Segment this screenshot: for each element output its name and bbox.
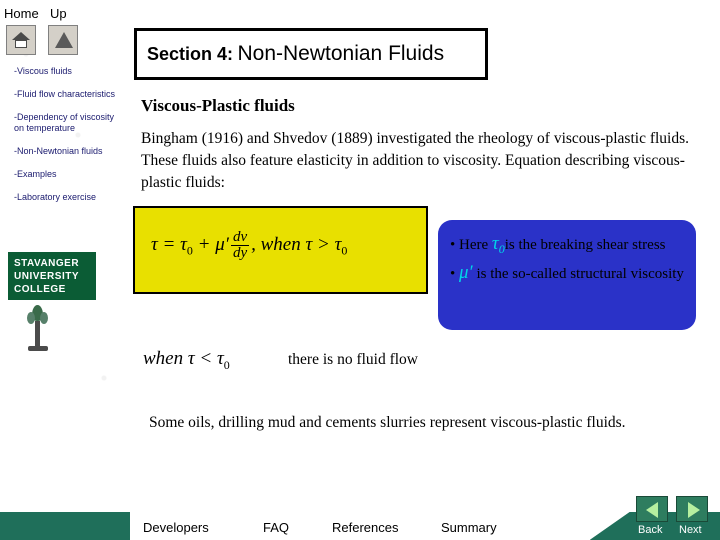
tau-symbol: τ	[491, 233, 499, 254]
equation-box: τ = τ0 + μ′ dv dy, when τ > τ0	[133, 206, 428, 294]
callout-text: • Here τ0is the breaking shear stress • …	[450, 232, 688, 286]
logo-line-3: COLLEGE	[14, 284, 66, 295]
title-banner: Section 4: Non-Newtonian Fluids	[134, 28, 488, 80]
footer-link-references[interactable]: References	[332, 520, 398, 535]
up-button[interactable]	[48, 25, 78, 55]
sidebar-item-dependency-of-viscosity-on-temperature[interactable]: -Dependency of viscosity on temperature	[14, 112, 122, 134]
up-label: Up	[50, 6, 67, 21]
equation-second: when τ < τ0	[143, 348, 230, 373]
sidebar-item-examples[interactable]: -Examples	[14, 169, 122, 180]
content-paragraph-2: Some oils, drilling mud and cements slur…	[149, 414, 626, 431]
equation-fraction-numerator: dv	[232, 229, 248, 245]
title-section-name: Non-Newtonian Fluids	[237, 42, 445, 65]
sidebar-item-non-newtonian-fluids[interactable]: -Non-Newtonian fluids	[14, 146, 122, 157]
equation-condition: , when τ > τ	[251, 233, 342, 255]
torch-stem	[35, 321, 40, 347]
footer-link-summary[interactable]: Summary	[441, 520, 497, 535]
sidebar-link-list: -Viscous fluids -Fluid flow characterist…	[14, 66, 122, 215]
content-paragraph: Bingham (1916) and Shvedov (1889) invest…	[141, 130, 690, 191]
equation-condition-sub: 0	[341, 243, 348, 258]
sidebar-item-fluid-flow-characteristics[interactable]: -Fluid flow characteristics	[14, 89, 122, 100]
next-label: Next	[679, 524, 702, 536]
callout-bullet-1-prefix: • Here	[450, 237, 492, 253]
callout-bullet-2-suffix: is the so-called structural viscosity	[472, 266, 684, 282]
equation-lhs: τ = τ	[151, 233, 187, 255]
equation-plus-term: + μ′	[192, 233, 229, 255]
back-button[interactable]	[636, 496, 668, 522]
callout-balloon: • Here τ0is the breaking shear stress • …	[438, 220, 696, 330]
callout-bullet-1-suffix: is the breaking shear stress	[504, 237, 666, 253]
torch-flame-right	[40, 312, 48, 324]
house-roof-shape	[12, 32, 30, 40]
page-title: Section 4: Non-Newtonian Fluids	[147, 42, 444, 66]
footer-slant-divider	[590, 512, 630, 540]
equation-second-text: when τ < τ	[143, 348, 224, 369]
sidebar: Home Up -Viscous fluids -Fluid flow char…	[0, 0, 130, 540]
torch-icon	[18, 305, 58, 355]
logo-line-2: UNIVERSITY	[14, 271, 80, 282]
logo-line-1: STAVANGER	[14, 258, 80, 269]
slide-canvas: Home Up -Viscous fluids -Fluid flow char…	[0, 0, 720, 540]
title-section-number: Section 4:	[147, 44, 234, 64]
back-label: Back	[638, 524, 663, 536]
footer-link-faq[interactable]: FAQ	[263, 520, 289, 535]
sidebar-nav-buttons: Home Up	[0, 0, 130, 55]
footer-link-developers[interactable]: Developers	[143, 520, 209, 535]
sidebar-item-laboratory-exercise[interactable]: -Laboratory exercise	[14, 192, 122, 203]
arrow-right-icon	[688, 502, 700, 518]
mu-symbol: μ′	[459, 262, 473, 283]
arrow-left-icon	[646, 502, 658, 518]
home-button[interactable]	[6, 25, 36, 55]
next-button[interactable]	[676, 496, 708, 522]
university-logo: STAVANGER UNIVERSITY COLLEGE	[8, 252, 96, 300]
torch-flame-left	[27, 312, 35, 324]
sidebar-item-viscous-fluids[interactable]: -Viscous fluids	[14, 66, 122, 77]
equation-fraction: dv dy	[230, 229, 250, 261]
triangle-up-icon	[55, 32, 73, 48]
house-body-shape	[15, 40, 27, 48]
equation-second-tail: there is no fluid flow	[288, 351, 419, 368]
callout-bullet-2-prefix: •	[450, 266, 460, 282]
equation-second-sub: 0	[223, 357, 230, 372]
house-icon	[12, 32, 30, 48]
equation-main: τ = τ0 + μ′ dv dy, when τ > τ0	[151, 230, 347, 261]
home-label: Home	[4, 6, 39, 21]
torch-base	[28, 346, 48, 351]
content-heading: Viscous-Plastic fluids	[141, 96, 295, 115]
equation-fraction-denominator: dy	[230, 245, 250, 261]
